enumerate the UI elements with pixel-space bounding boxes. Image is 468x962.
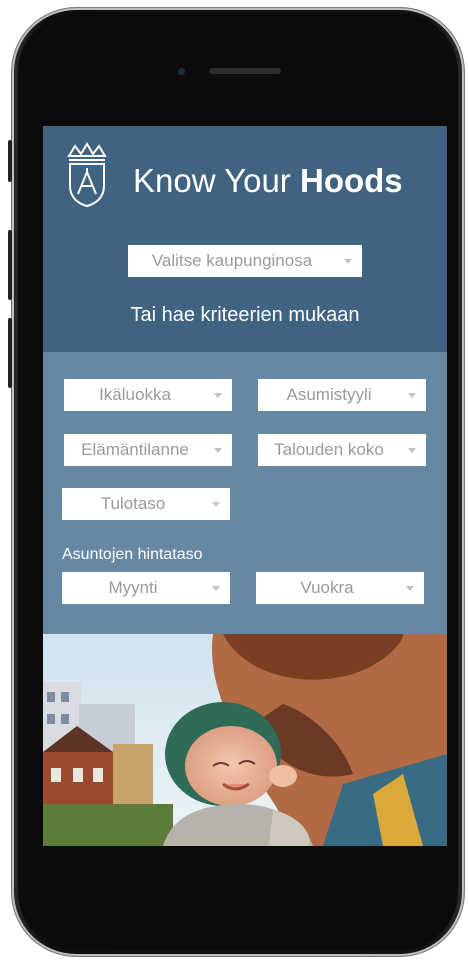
household-size-select[interactable]: Talouden koko xyxy=(258,434,426,466)
rent-price-value: Vuokra xyxy=(300,578,354,597)
housing-style-value: Asumistyyli xyxy=(286,385,372,404)
brand-prefix: Know Your xyxy=(133,162,291,199)
age-group-select[interactable]: Ikäluokka xyxy=(64,379,232,411)
city-crest-icon xyxy=(67,142,107,208)
app-brand: Know Your Hoods xyxy=(133,162,403,200)
neighborhood-select[interactable]: Valitse kaupunginosa xyxy=(128,245,362,277)
filters-panel: Ikäluokka Asumistyyli Elämäntilanne Talo… xyxy=(43,352,447,634)
front-camera xyxy=(178,68,185,75)
dropdown-arrow-icon xyxy=(408,393,416,398)
sale-price-value: Myynti xyxy=(108,578,158,597)
income-level-value: Tulotaso xyxy=(100,494,166,513)
life-situation-value: Elämäntilanne xyxy=(81,440,189,459)
price-level-label: Asuntojen hintataso xyxy=(62,546,203,563)
brand-bold: Hoods xyxy=(299,162,403,199)
header: Know Your Hoods Valitse kaupunginosa Tai… xyxy=(43,126,447,352)
dropdown-arrow-icon xyxy=(212,586,220,591)
earpiece-speaker xyxy=(209,68,281,74)
dropdown-arrow-icon xyxy=(406,586,414,591)
household-size-value: Talouden koko xyxy=(274,440,384,459)
family-hero-photo xyxy=(43,634,447,846)
dropdown-arrow-icon xyxy=(408,448,416,453)
app-screen: Know Your Hoods Valitse kaupunginosa Tai… xyxy=(43,126,447,846)
rent-price-select[interactable]: Vuokra xyxy=(256,572,424,604)
dropdown-arrow-icon xyxy=(214,393,222,398)
criteria-subtitle: Tai hae kriteerien mukaan xyxy=(130,304,360,326)
dropdown-arrow-icon xyxy=(212,502,220,507)
sale-price-select[interactable]: Myynti xyxy=(62,572,230,604)
income-level-select[interactable]: Tulotaso xyxy=(62,488,230,520)
dropdown-arrow-icon xyxy=(344,259,352,264)
dropdown-arrow-icon xyxy=(214,448,222,453)
neighborhood-select-value: Valitse kaupunginosa xyxy=(151,251,313,270)
volume-down-button xyxy=(8,318,12,388)
silent-switch xyxy=(8,140,12,182)
age-group-value: Ikäluokka xyxy=(99,385,171,404)
volume-up-button xyxy=(8,230,12,300)
life-situation-select[interactable]: Elämäntilanne xyxy=(64,434,232,466)
housing-style-select[interactable]: Asumistyyli xyxy=(258,379,426,411)
